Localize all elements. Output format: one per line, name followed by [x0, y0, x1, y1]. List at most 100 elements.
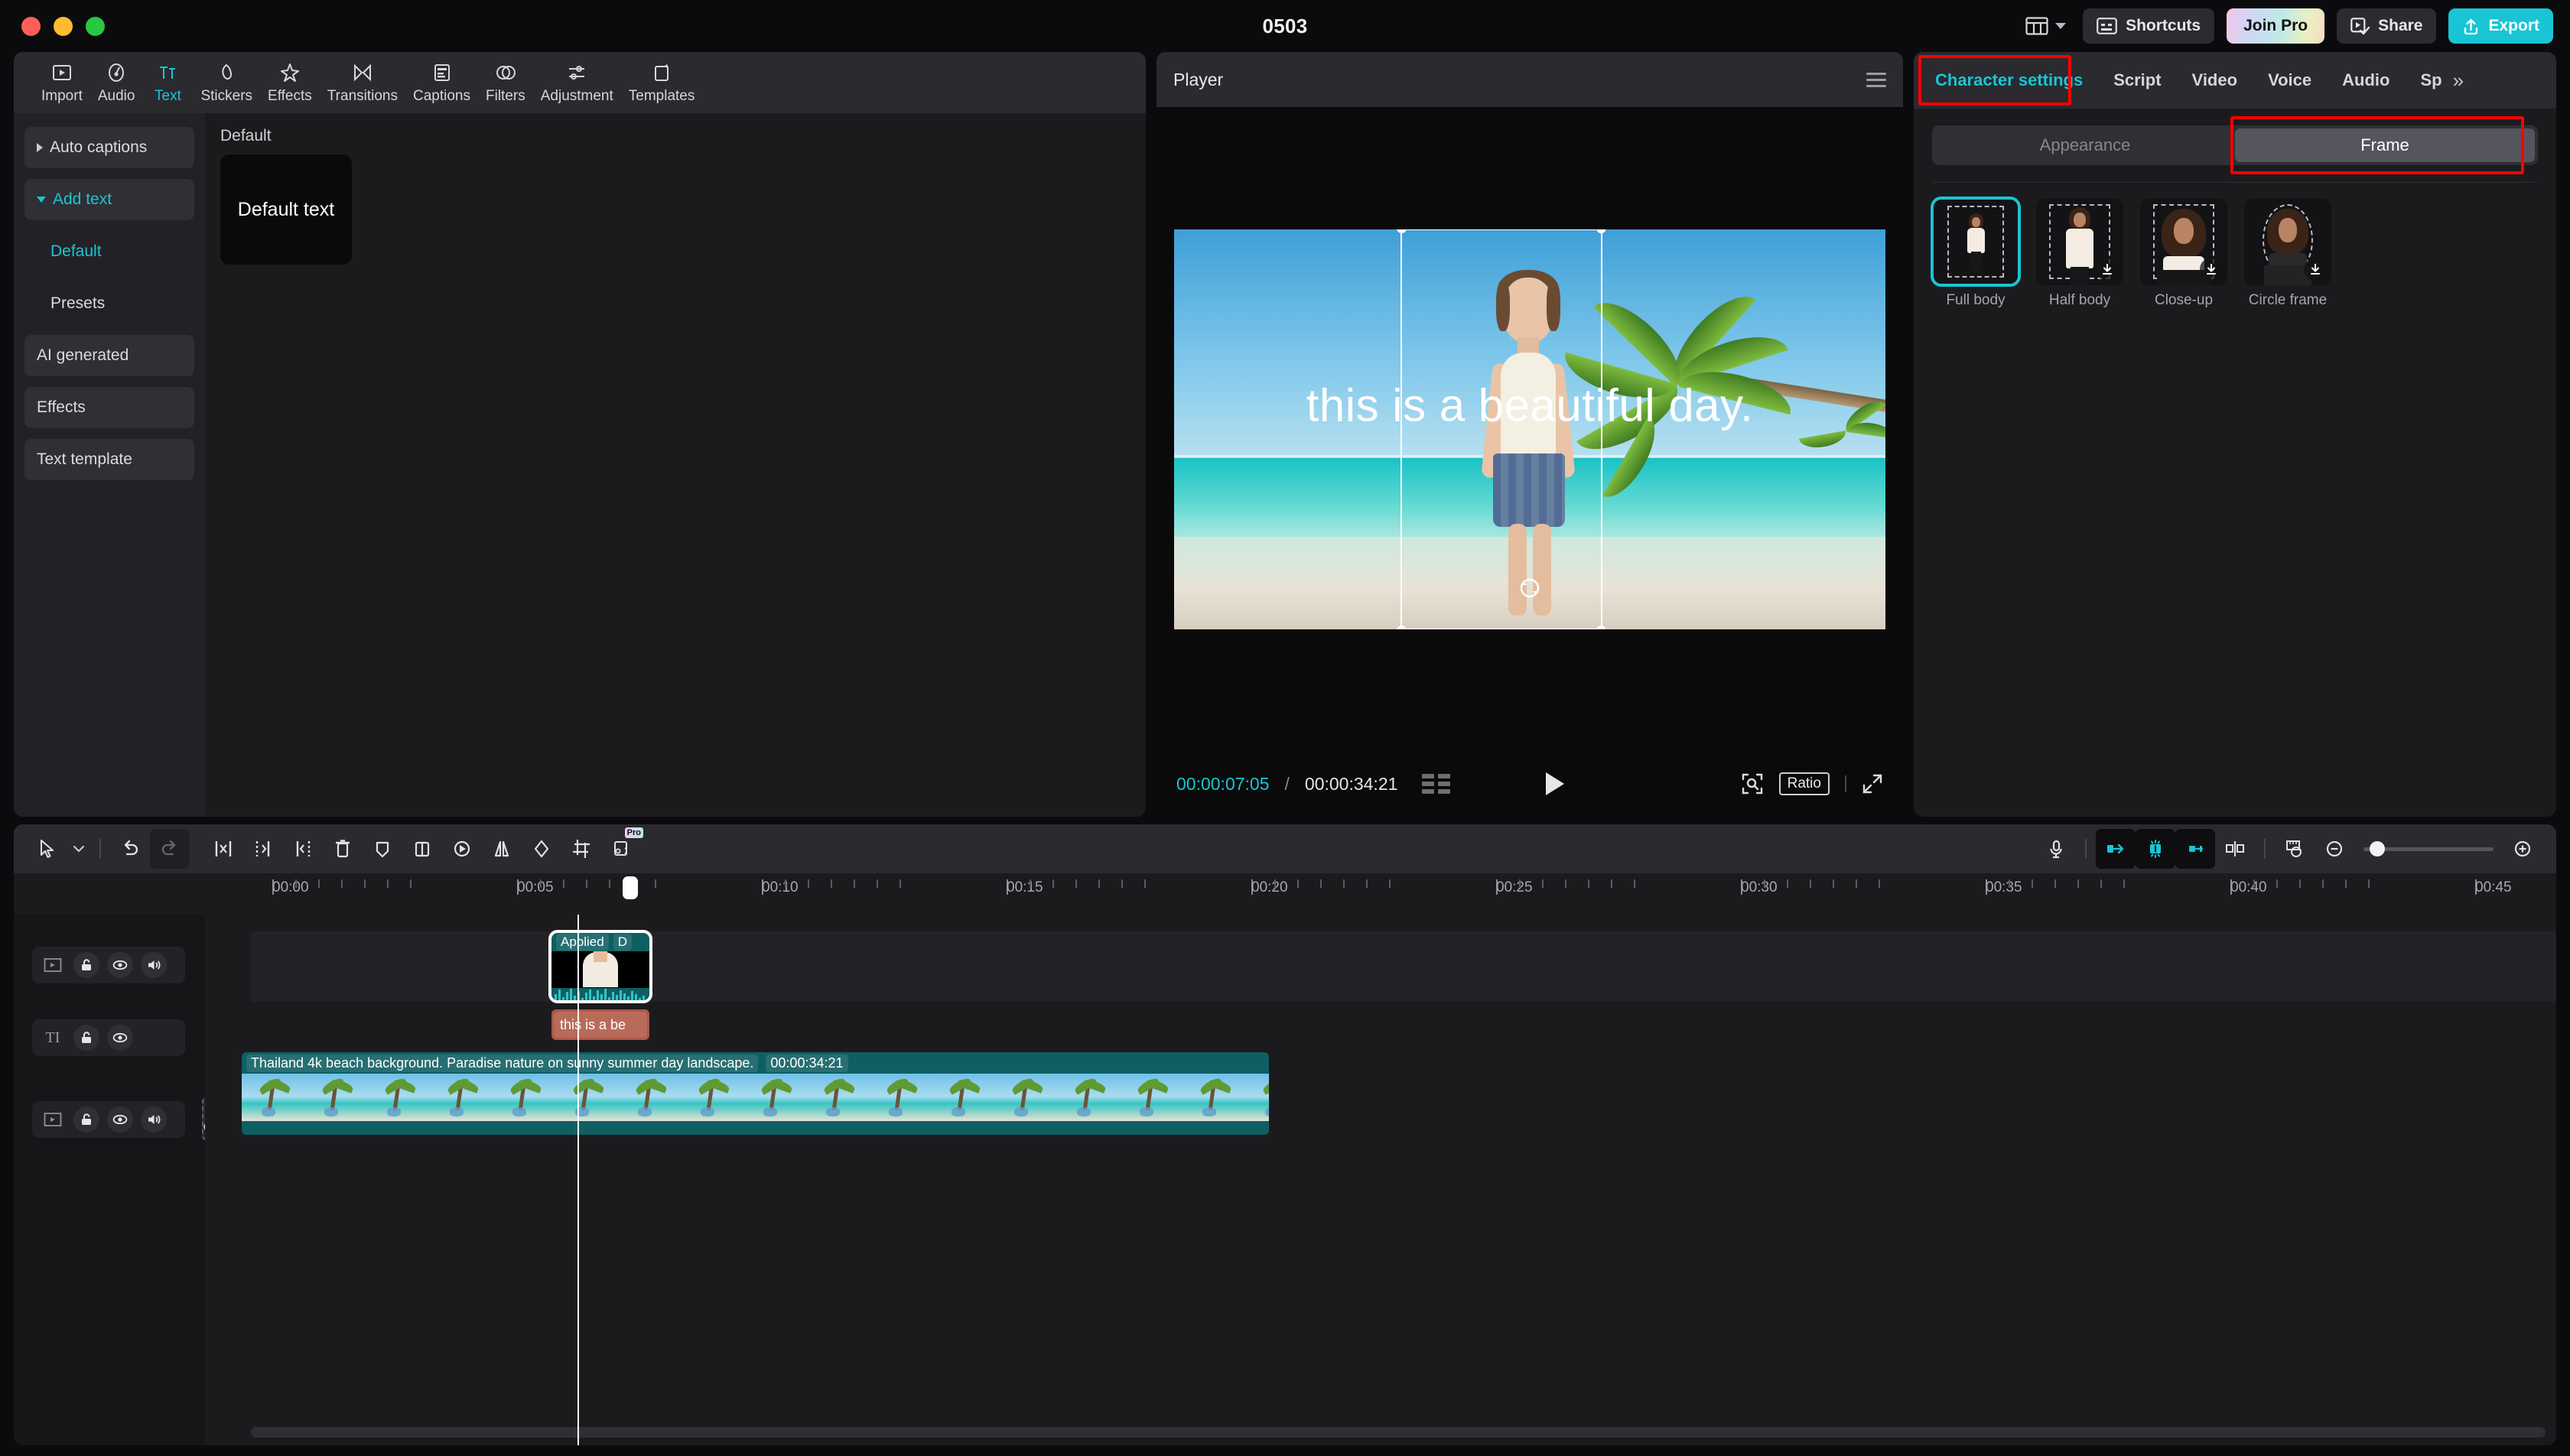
frame-option-half-body[interactable]: Half body [2036, 198, 2123, 309]
video-preview[interactable]: this is a beautiful day. [1174, 229, 1885, 629]
playhead[interactable] [577, 915, 579, 1445]
tab-character-settings[interactable]: Character settings [1920, 52, 2098, 109]
share-button[interactable]: Share [2337, 8, 2437, 44]
mode-import[interactable]: Import [34, 61, 90, 105]
timeline-ruler[interactable]: 00:00 00:05 00:10 00:15 00:20 00:25 00:3… [14, 873, 2556, 915]
mode-audio[interactable]: Audio [90, 61, 143, 105]
trim-both-icon[interactable] [203, 829, 243, 869]
sidebar-item-auto-captions[interactable]: Auto captions [24, 127, 194, 168]
mode-adjustment[interactable]: Adjustment [533, 61, 621, 105]
eye-icon[interactable] [107, 952, 133, 978]
timeline-horizontal-scrollbar[interactable] [251, 1427, 2546, 1438]
tab-video[interactable]: Video [2177, 52, 2253, 109]
export-button[interactable]: Export [2448, 8, 2553, 44]
segment-frame-label: Frame [2360, 135, 2409, 154]
sidebar-item-effects-label: Effects [37, 398, 86, 416]
speaker-icon[interactable] [141, 1107, 167, 1133]
clip-text[interactable]: this is a be [551, 1009, 649, 1040]
tab-speed[interactable]: Sp [2405, 52, 2442, 109]
select-dropdown-caret-icon[interactable] [67, 829, 90, 869]
mirror-icon[interactable] [482, 829, 522, 869]
zoom-slider[interactable] [2363, 840, 2494, 856]
tab-script[interactable]: Script [2098, 52, 2176, 109]
play-icon[interactable] [1546, 772, 1565, 795]
mask-icon[interactable] [522, 829, 561, 869]
shortcuts-button[interactable]: Shortcuts [2083, 8, 2215, 44]
eye-icon[interactable] [107, 1025, 133, 1051]
snapshot-icon[interactable] [1741, 772, 1764, 795]
divider [1932, 182, 2538, 183]
mode-templates[interactable]: Templates [621, 61, 703, 105]
record-voiceover-icon[interactable] [2036, 829, 2076, 869]
asset-card-default-text[interactable]: Default text [220, 154, 352, 265]
rotate-icon[interactable] [1517, 575, 1543, 601]
trim-start-icon[interactable] [243, 829, 283, 869]
resize-handle-bl[interactable] [1397, 625, 1407, 629]
speaker-icon[interactable] [141, 952, 167, 978]
split-view-icon[interactable] [2215, 829, 2255, 869]
sidebar-item-default[interactable]: Default [24, 231, 194, 272]
tab-voice[interactable]: Voice [2253, 52, 2327, 109]
frame-option-circle-frame[interactable]: Circle frame [2244, 198, 2331, 309]
mode-text[interactable]: Text [142, 61, 193, 105]
join-pro-button[interactable]: Join Pro [2227, 8, 2325, 44]
settings-body: Appearance Frame Full body Half body Clo… [1914, 109, 2556, 817]
tab-audio[interactable]: Audio [2327, 52, 2405, 109]
zoom-in-icon[interactable] [2503, 829, 2542, 869]
trim-end-icon[interactable] [283, 829, 323, 869]
mode-filters[interactable]: Filters [478, 61, 533, 105]
tracks-canvas[interactable]: Applied D this is a be Thailand 4k beach… [205, 915, 2556, 1445]
delete-icon[interactable] [323, 829, 363, 869]
auto-highlight-icon[interactable] [2136, 829, 2175, 869]
segment-frame[interactable]: Frame [2235, 128, 2535, 162]
frame-thumb-circle-frame[interactable] [2244, 198, 2331, 285]
fit-timeline-icon[interactable] [2275, 829, 2315, 869]
sidebar-item-presets[interactable]: Presets [24, 283, 194, 324]
clip-video-main[interactable]: Thailand 4k beach background. Paradise n… [242, 1052, 1269, 1135]
download-icon[interactable] [2096, 258, 2119, 281]
frame-option-close-up[interactable]: Close-up [2140, 198, 2227, 309]
crop-split-icon[interactable] [402, 829, 442, 869]
playhead-handle[interactable] [623, 876, 638, 899]
frame-option-full-body[interactable]: Full body [1931, 197, 2021, 309]
marker-icon[interactable] [363, 829, 402, 869]
frame-thumb-close-up[interactable] [2140, 198, 2227, 285]
mode-stickers[interactable]: Stickers [193, 61, 260, 105]
segment-appearance[interactable]: Appearance [1935, 128, 2235, 162]
sidebar-item-effects[interactable]: Effects [24, 387, 194, 428]
selection-box[interactable] [1397, 229, 1606, 629]
unlock-icon[interactable] [73, 952, 99, 978]
download-icon[interactable] [2304, 258, 2327, 281]
chevron-double-right-icon[interactable]: » [2442, 69, 2476, 93]
align-right-icon[interactable] [2175, 829, 2215, 869]
zoom-slider-knob[interactable] [2370, 840, 2385, 856]
clip-avatar[interactable]: Applied D [548, 930, 652, 1003]
sidebar-item-text-template[interactable]: Text template [24, 439, 194, 480]
fullscreen-icon[interactable] [1862, 773, 1883, 795]
mode-effects[interactable]: Effects [260, 61, 320, 105]
speed-icon[interactable] [442, 829, 482, 869]
hamburger-icon[interactable] [1866, 72, 1886, 87]
frame-thumb-half-body[interactable] [2036, 198, 2123, 285]
align-left-icon[interactable] [2096, 829, 2136, 869]
redo-icon[interactable] [150, 829, 190, 869]
timeline-tracks-area: TI Applied D this is a be Thailand 4k be… [14, 915, 2556, 1445]
zoom-out-icon[interactable] [2315, 829, 2354, 869]
unlock-icon[interactable] [73, 1025, 99, 1051]
mode-captions[interactable]: Captions [405, 61, 478, 105]
undo-icon[interactable] [110, 829, 150, 869]
ratio-button[interactable]: Ratio [1778, 772, 1830, 795]
crop-icon[interactable] [561, 829, 601, 869]
detach-audio-icon[interactable]: Pro [601, 827, 643, 869]
layout-switcher-button[interactable] [2021, 11, 2071, 41]
eye-icon[interactable] [107, 1107, 133, 1133]
sidebar-item-add-text[interactable]: Add text [24, 179, 194, 220]
select-tool-icon[interactable] [28, 829, 67, 869]
unlock-icon[interactable] [73, 1107, 99, 1133]
resize-handle-tl[interactable] [1397, 229, 1407, 233]
mode-transitions[interactable]: Transitions [320, 61, 405, 105]
download-icon[interactable] [2200, 258, 2223, 281]
grid-icon[interactable] [1422, 774, 1451, 794]
frame-thumb-full-body[interactable] [1931, 197, 2021, 287]
sidebar-item-ai-generated[interactable]: AI generated [24, 335, 194, 376]
